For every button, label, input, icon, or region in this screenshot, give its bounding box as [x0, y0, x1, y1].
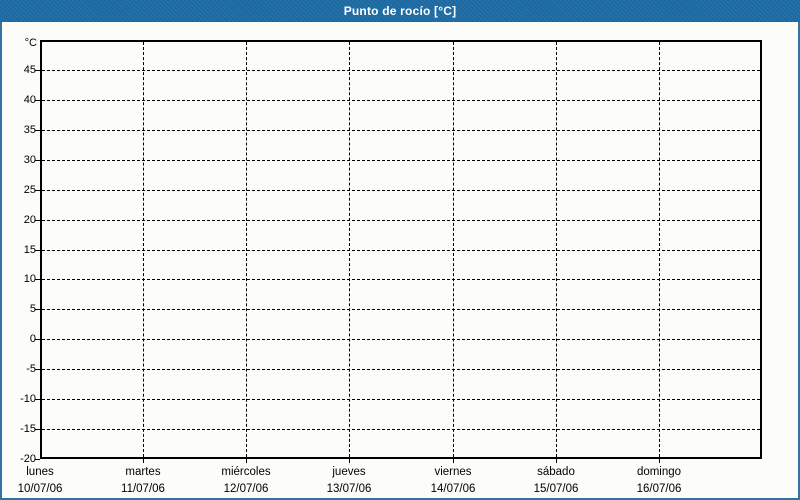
x-gridline [453, 42, 454, 457]
x-day-name: jueves [332, 466, 366, 478]
x-day-label: viernes 14/07/06 [393, 464, 513, 498]
y-gridline [42, 250, 760, 251]
x-day-name: sábado [537, 466, 575, 478]
x-gridline [659, 42, 660, 457]
y-tick-label: 45 [23, 64, 36, 76]
x-day-label: miércoles 12/07/06 [186, 464, 306, 498]
x-day-date: 15/07/06 [533, 483, 579, 495]
x-day-label: sábado 15/07/06 [496, 464, 616, 498]
chart-title-bar: Punto de rocío [°C] [0, 0, 800, 22]
x-axis-tick [453, 459, 454, 463]
y-tick-label: 10 [23, 273, 36, 285]
y-gridline [42, 160, 760, 161]
x-day-date: 12/07/06 [223, 483, 269, 495]
x-day-name: martes [125, 466, 161, 478]
x-axis-tick [143, 459, 144, 463]
x-gridline [143, 42, 144, 457]
y-tick-label: -10 [20, 393, 36, 405]
x-gridline [556, 42, 557, 457]
x-axis-tick [246, 459, 247, 463]
x-day-name: domingo [636, 466, 682, 478]
x-axis-tick [659, 459, 660, 463]
x-gridline [349, 42, 350, 457]
y-axis-unit-label: °C [24, 37, 37, 49]
y-gridline [42, 130, 760, 131]
x-day-name: miércoles [221, 466, 271, 478]
y-gridline [42, 279, 760, 280]
x-day-name: viernes [434, 466, 472, 478]
x-day-label: martes 11/07/06 [83, 464, 203, 498]
x-day-date: 11/07/06 [121, 483, 165, 495]
y-gridline [42, 100, 760, 101]
x-day-label: domingo 16/07/06 [599, 464, 719, 498]
x-day-date: 16/07/06 [636, 483, 682, 495]
y-gridline [42, 399, 760, 400]
y-tick-label: 30 [23, 154, 36, 166]
chart-title: Punto de rocío [°C] [343, 4, 457, 18]
y-tick-label: 35 [23, 124, 36, 136]
y-gridline [42, 429, 760, 430]
y-tick-label: -5 [26, 363, 36, 375]
x-axis-tick [349, 459, 350, 463]
y-tick-label: 20 [23, 214, 36, 226]
chart-area: °C 45 40 35 30 25 20 15 10 5 0 -5 -10 -15 -20 lunes 10/… [0, 0, 800, 500]
x-day-label: jueves 13/07/06 [289, 464, 409, 498]
x-gridline [246, 42, 247, 457]
y-gridline [42, 369, 760, 370]
y-tick-label: 15 [23, 244, 36, 256]
x-axis-tick [556, 459, 557, 463]
y-gridline [42, 339, 760, 340]
x-day-date: 13/07/06 [326, 483, 372, 495]
x-day-date: 14/07/06 [430, 483, 476, 495]
y-gridline [42, 70, 760, 71]
y-tick-label: -15 [20, 423, 36, 435]
y-tick-label: 40 [23, 94, 36, 106]
y-tick-label: 25 [23, 184, 36, 196]
y-gridline [42, 220, 760, 221]
y-tick-label: 5 [29, 303, 36, 315]
y-tick-label: 0 [29, 333, 36, 345]
y-gridline [42, 190, 760, 191]
y-gridline [42, 309, 760, 310]
